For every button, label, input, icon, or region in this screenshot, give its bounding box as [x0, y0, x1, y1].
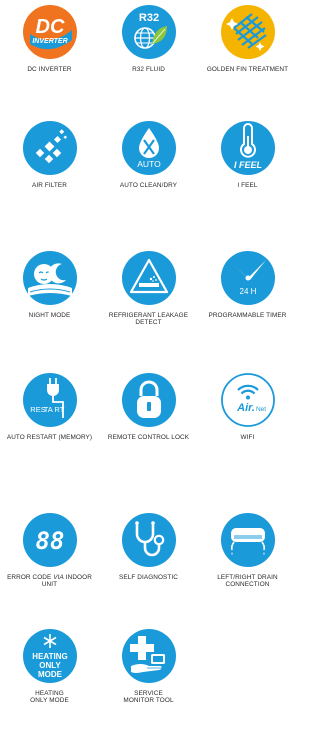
feature-label: LEFT/RIGHT DRAIN CONNECTION	[217, 574, 278, 589]
error-code-digits: 88	[35, 527, 64, 555]
heating-text-1: HEATING	[32, 652, 67, 661]
feature-error-code: 88 ERROR CODE VIA INDOOR UNIT	[0, 512, 99, 588]
feature-auto-restart: RES TA RT AUTO RESTART (MEMORY)	[0, 372, 99, 441]
timer-clock-icon: 24 H	[220, 251, 275, 305]
feature-i-feel: I FEEL I FEEL	[198, 120, 297, 189]
feature-grid: DC INVERTER DC INVERTER R32 R32 FLUID GO…	[0, 0, 297, 729]
feature-label: REMOTE CONTROL LOCK	[107, 434, 190, 441]
stethoscope-icon	[121, 513, 176, 567]
auto-text: AUTO	[137, 159, 161, 169]
feature-label: ERROR CODE VIA INDOOR UNIT	[7, 574, 92, 589]
feature-remote-lock: REMOTE CONTROL LOCK	[99, 372, 198, 441]
feature-heating-only: HEATING ONLY MODE HEATING ONLY MODE	[0, 628, 99, 704]
padlock-icon	[121, 373, 176, 427]
net-text: Net	[255, 406, 265, 413]
i-feel-text: I FEEL	[233, 160, 261, 170]
dc-text: DC	[35, 16, 64, 38]
leak-warning-icon	[121, 251, 176, 305]
feature-label: REFRIGERANT LEAKAGE DETECT	[108, 312, 189, 327]
dc-inverter-icon: DC INVERTER	[22, 5, 77, 59]
feature-timer: 24 H PROGRAMMABLE TIMER	[198, 250, 297, 319]
feature-label: SELF DIAGNOSTIC	[118, 574, 179, 581]
inverter-text: INVERTER	[32, 38, 67, 45]
heating-text-3: MODE	[38, 670, 63, 679]
restart-text-2: TA RT	[43, 405, 64, 414]
feature-r32: R32 R32 FLUID	[99, 4, 198, 73]
timer-text: 24 H	[239, 287, 256, 296]
feature-label: NIGHT MODE	[28, 312, 71, 319]
feature-label: DC INVERTER	[27, 66, 72, 73]
feature-air-filter: AIR FILTER	[0, 120, 99, 189]
r32-globe-leaf-icon: R32	[121, 5, 176, 59]
auto-clean-drop-icon: AUTO	[121, 121, 176, 175]
feature-label: GOLDEN FIN TREATMENT	[206, 66, 289, 73]
feature-dc-inverter: DC INVERTER DC INVERTER	[0, 4, 99, 73]
feature-label: R32 FLUID	[132, 66, 165, 73]
snowflake-heating-icon: HEATING ONLY MODE	[22, 629, 77, 683]
drain-unit-icon	[220, 513, 275, 567]
feature-night-mode: NIGHT MODE	[0, 250, 99, 319]
service-monitor-icon	[121, 629, 176, 683]
feature-label: I FEEL	[237, 182, 258, 189]
feature-label: SERVICE MONITOR TOOL	[123, 690, 174, 705]
air-filter-icon	[22, 121, 77, 175]
feature-self-diagnostic: SELF DIAGNOSTIC	[99, 512, 198, 581]
feature-service-monitor: SERVICE MONITOR TOOL	[99, 628, 198, 704]
feature-label: AIR FILTER	[32, 182, 67, 189]
wifi-icon: Air. Net	[220, 373, 275, 427]
feature-label: AUTO RESTART (MEMORY)	[6, 434, 93, 441]
heating-text-2: ONLY	[39, 661, 61, 670]
air-text: Air.	[236, 402, 255, 414]
feature-drain: LEFT/RIGHT DRAIN CONNECTION	[198, 512, 297, 588]
feature-wifi: Air. Net WIFI	[198, 372, 297, 441]
thermometer-icon: I FEEL	[220, 121, 275, 175]
night-mode-moon-icon	[22, 251, 77, 305]
feature-refrigerant-leak: REFRIGERANT LEAKAGE DETECT	[99, 250, 198, 326]
feature-label: WIFI	[240, 434, 255, 441]
feature-auto-clean: AUTO AUTO CLEAN/DRY	[99, 120, 198, 189]
feature-label: HEATING ONLY MODE	[30, 690, 69, 705]
feature-label: PROGRAMMABLE TIMER	[208, 312, 287, 319]
plug-restart-icon: RES TA RT	[22, 373, 77, 427]
error-code-display-icon: 88	[22, 513, 77, 567]
r32-text: R32	[138, 12, 158, 24]
feature-golden-fin: GOLDEN FIN TREATMENT	[198, 4, 297, 73]
golden-fin-icon	[220, 5, 275, 59]
feature-label: AUTO CLEAN/DRY	[119, 182, 178, 189]
